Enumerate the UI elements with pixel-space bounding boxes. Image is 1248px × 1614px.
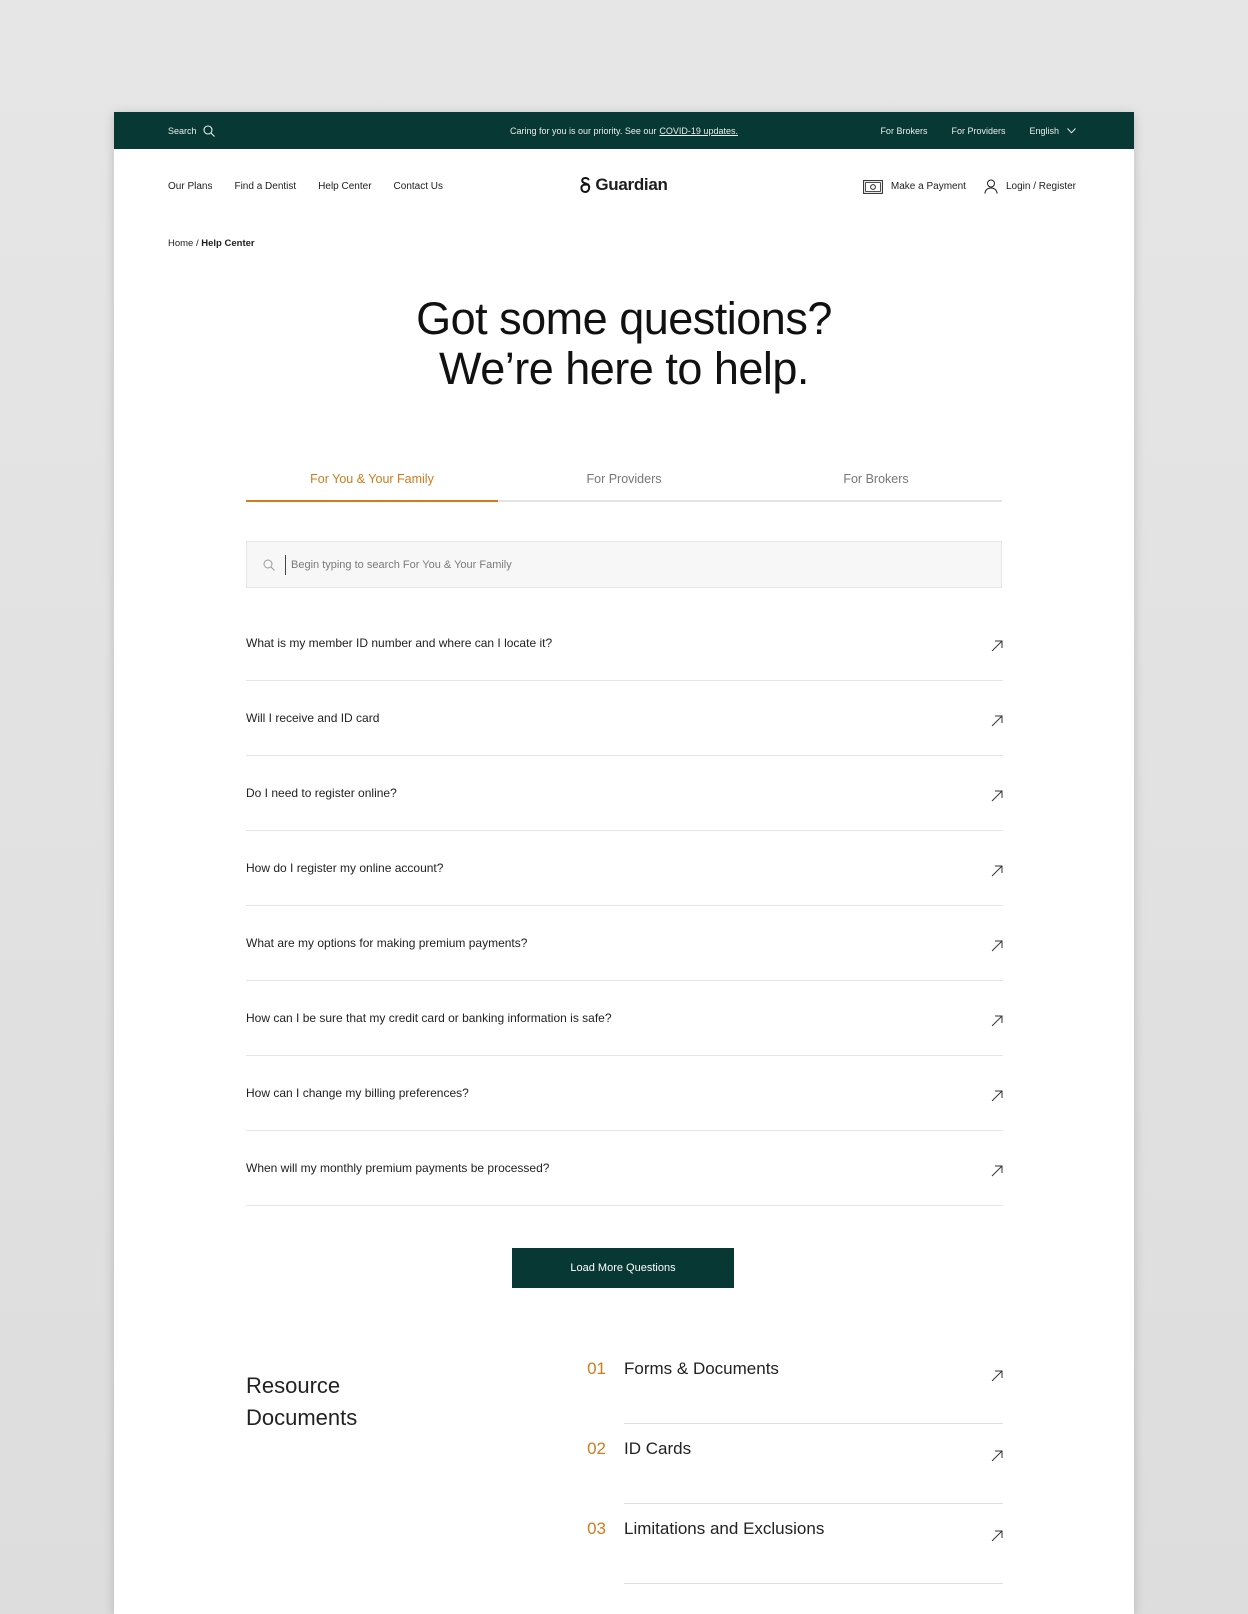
audience-tabs: For You & Your Family For Providers For …: [246, 458, 1002, 502]
chevron-down-icon: [1067, 127, 1076, 134]
language-label: English: [1029, 125, 1059, 136]
breadcrumb: Home / Help Center: [168, 238, 255, 249]
arrow-up-right-icon: [991, 715, 1003, 727]
faq-item[interactable]: What are my options for making premium p…: [246, 906, 1003, 981]
arrow-up-right-icon: [991, 1530, 1003, 1542]
title-line-2: We’re here to help.: [439, 343, 809, 394]
page-title: Got some questions? We’re here to help.: [114, 294, 1134, 394]
make-payment-label: Make a Payment: [890, 181, 966, 192]
faq-item[interactable]: How can I change my billing preferences?: [246, 1056, 1003, 1131]
faq-item[interactable]: Will I receive and ID card: [246, 681, 1003, 756]
utility-links: For Brokers For Providers English: [880, 112, 1076, 149]
nav-our-plans[interactable]: Our Plans: [168, 181, 212, 192]
faq-question: How do I register my online account?: [246, 861, 444, 875]
notice-text: Caring for you is our priority. See our: [510, 125, 657, 136]
resource-label: ID Cards: [624, 1439, 692, 1458]
logo-text: Guardian: [595, 175, 668, 194]
arrow-up-right-icon: [991, 1090, 1003, 1102]
guardian-logo[interactable]: Guardian: [580, 175, 668, 195]
arrow-up-right-icon: [991, 1370, 1003, 1382]
nav-help-center[interactable]: Help Center: [318, 181, 371, 192]
search-icon: [263, 559, 275, 571]
title-line-1: Got some questions?: [416, 293, 832, 344]
faq-question: Do I need to register online?: [246, 786, 397, 800]
arrow-up-right-icon: [991, 865, 1003, 877]
covid-updates-link[interactable]: COVID-19 updates.: [659, 126, 738, 136]
nav-find-a-dentist[interactable]: Find a Dentist: [234, 181, 296, 192]
faq-item[interactable]: How do I register my online account?: [246, 831, 1003, 906]
main-nav: Our Plans Find a Dentist Help Center Con…: [114, 149, 1134, 224]
resource-list: 01 Forms & Documents 02 ID Cards 03 Limi…: [580, 1344, 1003, 1584]
arrow-up-right-icon: [991, 940, 1003, 952]
make-payment-button[interactable]: Make a Payment: [863, 179, 966, 194]
guardian-mark-icon: [580, 177, 591, 193]
load-more-button[interactable]: Load More Questions: [512, 1248, 734, 1288]
tab-providers[interactable]: For Providers: [498, 458, 750, 500]
resource-number: 01: [587, 1359, 606, 1378]
faq-list: What is my member ID number and where ca…: [246, 606, 1003, 1206]
resource-item-limitations[interactable]: 03 Limitations and Exclusions: [580, 1504, 1003, 1584]
tab-you-and-family[interactable]: For You & Your Family: [246, 458, 498, 502]
faq-question: What is my member ID number and where ca…: [246, 636, 553, 650]
arrow-up-right-icon: [991, 1015, 1003, 1027]
login-register-label: Login / Register: [1005, 181, 1076, 192]
breadcrumb-current: Help Center: [201, 238, 255, 249]
arrow-up-right-icon: [991, 1165, 1003, 1177]
resource-item-id-cards[interactable]: 02 ID Cards: [580, 1424, 1003, 1504]
faq-question: What are my options for making premium p…: [246, 936, 528, 950]
resource-number: 02: [587, 1439, 606, 1458]
faq-question: How can I be sure that my credit card or…: [246, 1011, 612, 1025]
resource-label: Limitations and Exclusions: [624, 1519, 825, 1538]
nav-links: Our Plans Find a Dentist Help Center Con…: [168, 149, 443, 224]
resource-title-line-2: Documents: [246, 1405, 358, 1430]
faq-item[interactable]: How can I be sure that my credit card or…: [246, 981, 1003, 1056]
resource-number: 03: [587, 1519, 606, 1538]
faq-question: Will I receive and ID card: [246, 711, 380, 725]
nav-actions: Make a Payment Login / Register: [863, 149, 1076, 224]
divider: [624, 1583, 1003, 1584]
arrow-up-right-icon: [991, 1450, 1003, 1462]
arrow-up-right-icon: [991, 640, 1003, 652]
faq-question: When will my monthly premium payments be…: [246, 1161, 550, 1175]
resource-item-forms[interactable]: 01 Forms & Documents: [580, 1344, 1003, 1424]
nav-contact-us[interactable]: Contact Us: [394, 181, 443, 192]
login-register-button[interactable]: Login / Register: [984, 179, 1076, 194]
language-select[interactable]: English: [1029, 126, 1076, 136]
tab-brokers[interactable]: For Brokers: [750, 458, 1002, 500]
cash-icon: [863, 179, 883, 194]
page-frame: Search Caring for you is our priority. S…: [114, 112, 1134, 1614]
faq-search-input[interactable]: [285, 554, 1001, 575]
for-providers-link[interactable]: For Providers: [951, 126, 1005, 136]
resource-documents-heading: Resource Documents: [246, 1370, 357, 1434]
faq-item[interactable]: What is my member ID number and where ca…: [246, 606, 1003, 681]
arrow-up-right-icon: [991, 790, 1003, 802]
faq-item[interactable]: Do I need to register online?: [246, 756, 1003, 831]
resource-title-line-1: Resource: [246, 1373, 341, 1398]
user-icon: [984, 179, 998, 194]
for-brokers-link[interactable]: For Brokers: [880, 126, 927, 136]
faq-search: [246, 541, 1002, 588]
resource-label: Forms & Documents: [624, 1359, 779, 1378]
breadcrumb-home[interactable]: Home /: [168, 238, 199, 249]
faq-item[interactable]: When will my monthly premium payments be…: [246, 1131, 1003, 1206]
faq-question: How can I change my billing preferences?: [246, 1086, 469, 1100]
utility-bar: Search Caring for you is our priority. S…: [114, 112, 1134, 149]
